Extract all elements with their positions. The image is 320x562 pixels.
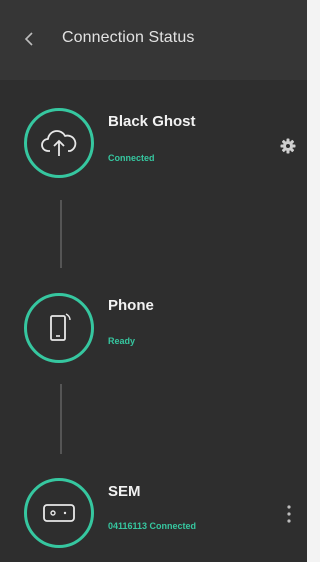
gear-icon[interactable] [280,138,296,154]
node-name-black-ghost: Black Ghost [108,113,196,130]
cloud-node-circle [24,108,94,178]
node-status-black-ghost: Connected [108,153,155,163]
more-vertical-icon[interactable] [285,502,293,526]
node-status-sem: 04116113 Connected [108,521,197,531]
header-bar: Connection Status [0,0,307,80]
connector-line [60,200,62,268]
node-status-phone: Ready [108,336,136,346]
phone-icon [50,313,71,341]
connection-status-screen: Connection Status Black Ghost Connected … [0,0,307,562]
page-title: Connection Status [62,29,195,46]
device-node-circle [24,478,94,548]
device-icon [43,504,75,522]
chevron-left-icon[interactable] [22,29,36,49]
phone-node-circle [24,293,94,363]
connector-line [60,384,62,454]
cloud-upload-icon [41,130,77,156]
node-name-sem: SEM [108,483,141,500]
node-name-phone: Phone [108,297,154,314]
